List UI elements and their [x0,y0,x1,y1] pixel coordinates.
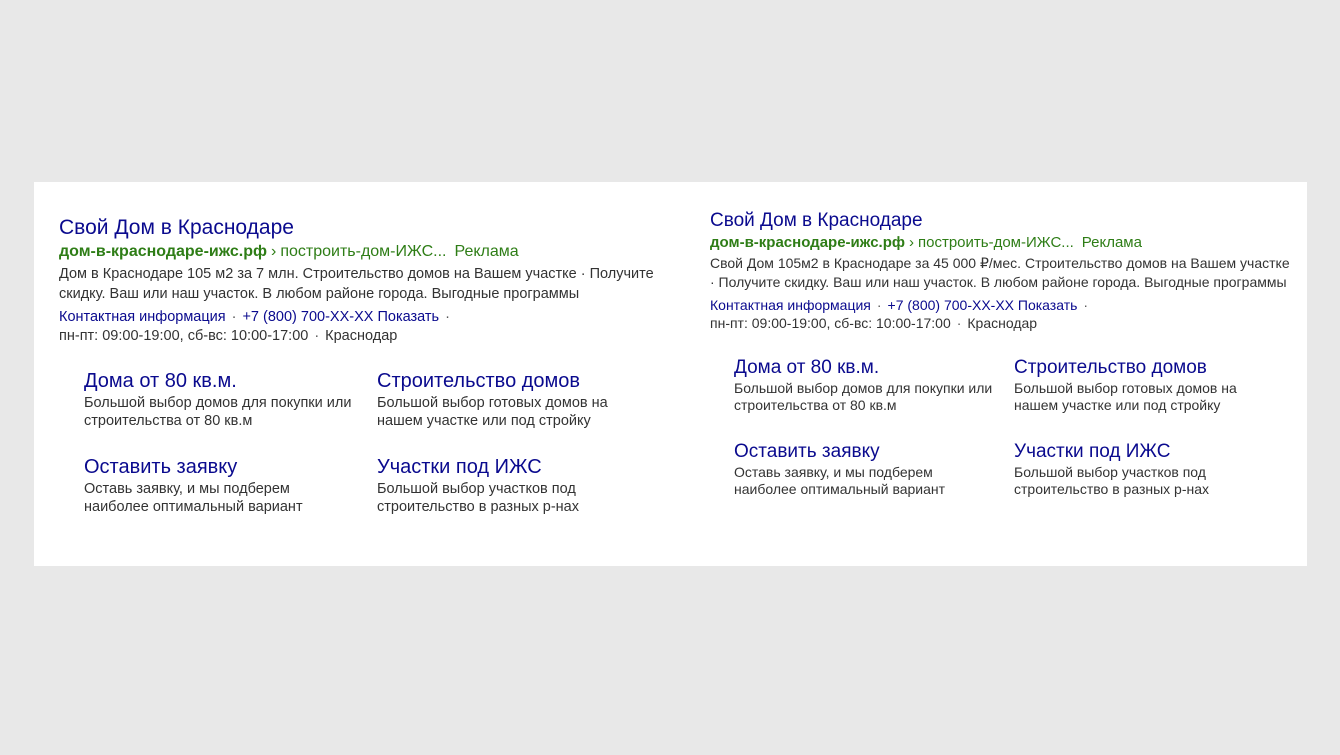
phone-show-link[interactable]: +7 (800) 700-XX-XX Показать [242,309,439,325]
ads-comparison-panel: Свой Дом в Краснодаре дом-в-краснодаре-и… [34,182,1307,566]
sitelink-desc: Большой выбор участков под строительство… [1014,464,1210,497]
ad-domain-link[interactable]: дом-в-краснодаре-ижс.рф [710,234,905,251]
ad-url-line: дом-в-краснодаре-ижс.рф › построить-дом-ИЖ… [710,233,1290,253]
city-name: Краснодар [325,328,398,344]
separator-dot: · [956,315,962,331]
ad-domain-link[interactable]: дом-в-краснодаре-ижс.рф [59,243,267,260]
phone-show-link[interactable]: +7 (800) 700-XX-XX Показать [888,297,1078,313]
ad-title-link[interactable]: Свой Дом в Краснодаре [710,209,1290,233]
sitelink-item: Дома от 80 кв.м. Большой выбор домов для… [84,368,354,430]
ad-label[interactable]: Реклама [1082,234,1142,251]
ad-contact-line: Контактная информация · +7 (800) 700-XX-XX… [59,308,679,327]
separator-dot: · [1083,297,1089,313]
separator-dot: · [314,328,320,344]
ad-variant-left: Свой Дом в Краснодаре дом-в-краснодаре-и… [59,215,679,515]
sitelink-title[interactable]: Участки под ИЖС [1014,440,1274,464]
sitelink-title[interactable]: Участки под ИЖС [377,454,647,480]
contact-info-link[interactable]: Контактная информация [710,297,871,313]
ad-description: Дом в Краснодаре 105 м2 за 7 млн. Строит… [59,266,654,302]
ad-description: Свой Дом 105м2 в Краснодаре за 45 000 ₽/… [710,255,1290,290]
sitelink-desc: Оставь заявку, и мы подберем наиболее оп… [84,481,303,515]
sitelink-title[interactable]: Строительство домов [377,368,647,394]
ad-label[interactable]: Реклама [455,243,519,260]
sitelink-title[interactable]: Оставить заявку [734,440,994,464]
chevron-right-icon: › [271,243,277,260]
sitelink-title[interactable]: Оставить заявку [84,454,354,480]
ad-path-link[interactable]: построить-дом-ИЖС... [918,234,1074,251]
working-hours: пн-пт: 09:00-19:00, сб-вс: 10:00-17:00 [59,328,309,344]
city-name: Краснодар [967,315,1038,331]
ad-title-link[interactable]: Свой Дом в Краснодаре [59,215,679,241]
ad-variant-right: Свой Дом в Краснодаре дом-в-краснодаре-и… [710,209,1290,497]
sitelink-title[interactable]: Дома от 80 кв.м. [84,368,354,394]
ad-hours-line: пн-пт: 09:00-19:00, сб-вс: 10:00-17:00 · К… [59,327,679,346]
sitelink-desc: Оставь заявку, и мы подберем наиболее оп… [734,464,946,497]
chevron-right-icon: › [909,234,914,251]
ad-hours-line: пн-пт: 09:00-19:00, сб-вс: 10:00-17:00 · К… [710,314,1290,332]
sitelink-item: Оставить заявку Оставь заявку, и мы подб… [84,454,354,516]
sitelink-item: Строительство домов Большой выбор готовы… [1014,356,1274,414]
sitelink-item: Строительство домов Большой выбор готовы… [377,368,647,430]
working-hours: пн-пт: 09:00-19:00, сб-вс: 10:00-17:00 [710,315,951,331]
sitelink-desc: Большой выбор готовых домов на нашем уча… [377,395,608,429]
sitelink-title[interactable]: Дома от 80 кв.м. [734,356,994,380]
sitelink-desc: Большой выбор участков под строительство… [377,481,579,515]
ad-url-line: дом-в-краснодаре-ижс.рф › построить-дом-ИЖ… [59,241,679,263]
sitelink-desc: Большой выбор домов для покупки или стро… [84,395,352,429]
sitelink-item: Дома от 80 кв.м. Большой выбор домов для… [734,356,994,414]
sitelink-item: Оставить заявку Оставь заявку, и мы подб… [734,440,994,498]
ad-path-link[interactable]: построить-дом-ИЖС... [280,243,446,260]
sitelink-item: Участки под ИЖС Большой выбор участков п… [377,454,647,516]
separator-dot: · [445,309,450,325]
sitelink-desc: Большой выбор домов для покупки или стро… [734,380,993,413]
separator-dot: · [876,297,882,313]
separator-dot: · [231,309,237,325]
sitelink-item: Участки под ИЖС Большой выбор участков п… [1014,440,1274,498]
contact-info-link[interactable]: Контактная информация [59,309,226,325]
sitelink-desc: Большой выбор готовых домов на нашем уча… [1014,380,1237,413]
sitelink-title[interactable]: Строительство домов [1014,356,1274,380]
ad-contact-line: Контактная информация · +7 (800) 700-XX-XX… [710,296,1290,314]
